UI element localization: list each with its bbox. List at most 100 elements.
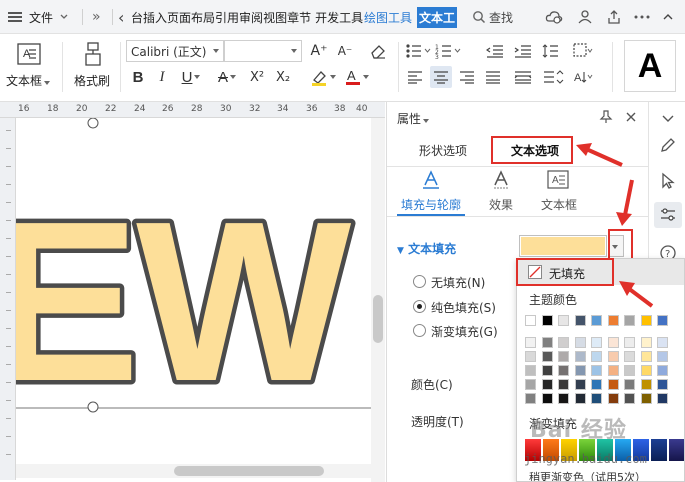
- tint-color-swatch[interactable]: [624, 337, 635, 348]
- theme-color-swatch[interactable]: [624, 315, 635, 326]
- tint-color-swatch[interactable]: [657, 365, 668, 376]
- tint-color-swatch[interactable]: [624, 379, 635, 390]
- tab-shape-options[interactable]: 形状选项: [419, 142, 467, 159]
- tab-text-tools[interactable]: 文本工: [417, 6, 458, 28]
- more-tabs-button[interactable]: »: [92, 0, 101, 34]
- subscript-button[interactable]: X₂: [272, 64, 294, 90]
- tab-review[interactable]: 审阅: [239, 9, 263, 26]
- tint-color-swatch[interactable]: [624, 365, 635, 376]
- wordart-text[interactable]: EW: [16, 171, 360, 434]
- text-effects-icon[interactable]: [491, 170, 511, 190]
- format-painter-button[interactable]: [78, 40, 108, 68]
- theme-color-swatch[interactable]: [574, 315, 586, 326]
- tint-color-swatch[interactable]: [657, 379, 668, 390]
- tint-color-swatch[interactable]: [607, 351, 619, 362]
- fill-color-preview[interactable]: [519, 235, 607, 257]
- bold-button[interactable]: B: [128, 64, 148, 90]
- sliders-icon[interactable]: [659, 206, 677, 224]
- close-icon[interactable]: [625, 111, 637, 123]
- strikethrough-button[interactable]: A: [212, 64, 242, 90]
- tint-color-swatch[interactable]: [607, 365, 619, 376]
- file-menu[interactable]: 文件: [29, 0, 69, 34]
- tint-color-swatch[interactable]: [558, 379, 569, 390]
- theme-color-swatch[interactable]: [607, 315, 619, 326]
- subtab-effects[interactable]: 效果: [489, 196, 513, 213]
- tint-color-swatch[interactable]: [640, 337, 652, 348]
- radio-gradient-fill[interactable]: [413, 324, 426, 337]
- tint-color-swatch[interactable]: [574, 337, 586, 348]
- tab-page-layout[interactable]: 页面布局: [167, 9, 215, 26]
- tab-insert[interactable]: 台插入: [131, 9, 167, 26]
- shrink-font-button[interactable]: A⁻: [334, 40, 356, 62]
- collapse-ribbon-button[interactable]: [662, 0, 674, 34]
- tint-color-swatch[interactable]: [591, 393, 602, 404]
- theme-color-swatch[interactable]: [525, 315, 536, 326]
- tab-drawing-tools[interactable]: 绘图工具: [364, 9, 412, 26]
- tint-color-swatch[interactable]: [657, 337, 668, 348]
- theme-color-swatch[interactable]: [558, 315, 569, 326]
- tab-references[interactable]: 引用: [215, 9, 239, 26]
- radio-no-fill[interactable]: [413, 275, 426, 288]
- theme-color-swatch[interactable]: [541, 315, 553, 326]
- tab-view[interactable]: 视图: [263, 9, 287, 26]
- tint-color-swatch[interactable]: [624, 393, 635, 404]
- textbox-options-icon[interactable]: A: [547, 170, 569, 190]
- subtab-textbox[interactable]: 文本框: [541, 196, 577, 213]
- tint-color-swatch[interactable]: [607, 393, 619, 404]
- cloud-sync-button[interactable]: [545, 0, 563, 34]
- tint-color-swatch[interactable]: [607, 379, 619, 390]
- resize-handle-top[interactable]: [87, 118, 99, 129]
- tab-developer[interactable]: 开发工具: [315, 9, 363, 26]
- line-spacing-button[interactable]: [540, 40, 566, 62]
- justify-button[interactable]: [482, 66, 504, 88]
- chevron-down-icon[interactable]: [659, 110, 677, 128]
- tint-color-swatch[interactable]: [525, 351, 536, 362]
- grow-font-button[interactable]: A⁺: [308, 40, 330, 62]
- search-button[interactable]: 查找: [472, 0, 513, 34]
- indent-increase-button[interactable]: [510, 40, 536, 62]
- tint-color-swatch[interactable]: [591, 379, 602, 390]
- tab-section[interactable]: 章节: [287, 9, 311, 26]
- tint-color-swatch[interactable]: [591, 365, 602, 376]
- tint-color-swatch[interactable]: [541, 379, 553, 390]
- indent-decrease-button[interactable]: [482, 40, 508, 62]
- tint-color-swatch[interactable]: [525, 379, 536, 390]
- text-direction-button[interactable]: A: [570, 66, 596, 88]
- tint-color-swatch[interactable]: [624, 351, 635, 362]
- tint-color-swatch[interactable]: [525, 337, 536, 348]
- gradient-swatch[interactable]: [669, 439, 684, 461]
- tint-color-swatch[interactable]: [558, 393, 569, 404]
- highlight-button[interactable]: [308, 64, 338, 90]
- panel-title[interactable]: 属性: [397, 110, 430, 127]
- cursor-icon[interactable]: [659, 172, 677, 190]
- pen-icon[interactable]: [659, 136, 677, 154]
- document-canvas[interactable]: EW: [16, 118, 385, 468]
- underline-button[interactable]: U: [176, 64, 206, 90]
- tint-color-swatch[interactable]: [574, 393, 586, 404]
- more-gradient-link[interactable]: 稍更渐变色（试用5次）: [529, 469, 646, 481]
- tint-color-swatch[interactable]: [525, 365, 536, 376]
- paragraph-settings-button[interactable]: [540, 66, 566, 88]
- tint-color-swatch[interactable]: [640, 365, 652, 376]
- pin-icon[interactable]: [599, 110, 613, 124]
- tint-color-swatch[interactable]: [558, 365, 569, 376]
- theme-color-swatch[interactable]: [640, 315, 652, 326]
- tint-color-swatch[interactable]: [657, 351, 668, 362]
- tint-color-swatch[interactable]: [640, 393, 652, 404]
- more-options-button[interactable]: [634, 0, 650, 34]
- scroll-tabs-left-button[interactable]: ‹: [118, 0, 124, 34]
- tint-color-swatch[interactable]: [640, 379, 652, 390]
- radio-solid-fill[interactable]: [413, 300, 426, 313]
- tint-color-swatch[interactable]: [640, 351, 652, 362]
- align-left-button[interactable]: [404, 66, 426, 88]
- tint-color-swatch[interactable]: [574, 351, 586, 362]
- tint-color-swatch[interactable]: [591, 337, 602, 348]
- tint-color-swatch[interactable]: [541, 393, 553, 404]
- horizontal-scrollbar[interactable]: [16, 464, 371, 478]
- font-name-select[interactable]: Calibri (正文): [126, 40, 224, 62]
- border-button[interactable]: [570, 40, 596, 62]
- main-menu-button[interactable]: [8, 0, 22, 34]
- tint-color-swatch[interactable]: [657, 393, 668, 404]
- distribute-button[interactable]: [510, 66, 536, 88]
- tint-color-swatch[interactable]: [541, 337, 553, 348]
